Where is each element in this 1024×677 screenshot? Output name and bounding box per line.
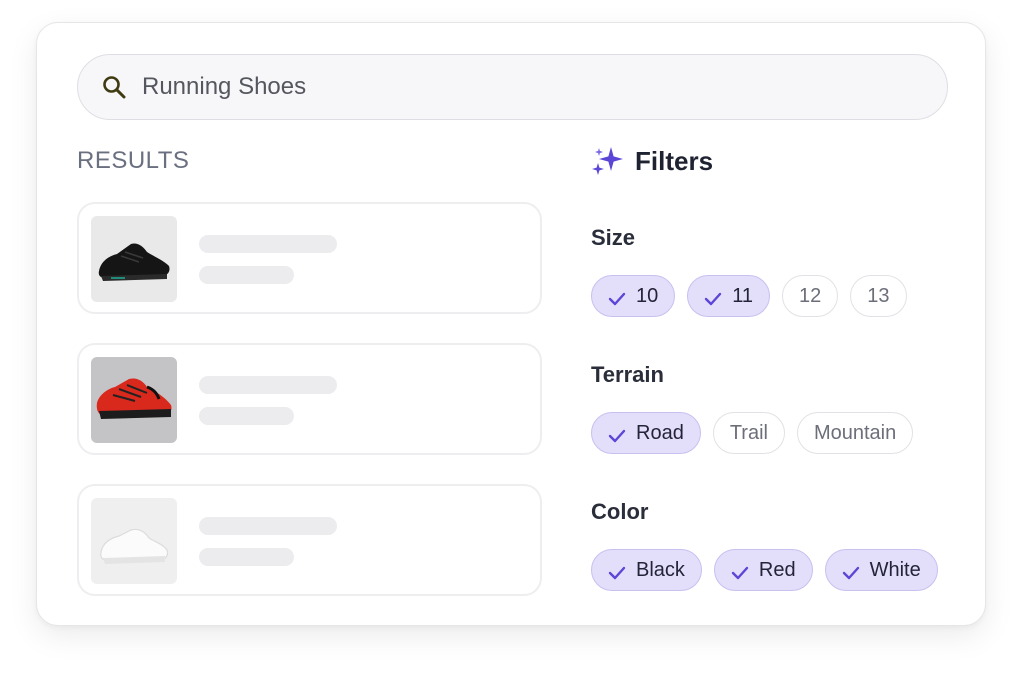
filter-chip-size-13[interactable]: 13 xyxy=(850,275,907,317)
filter-chip-label: White xyxy=(869,558,921,581)
filter-group-label-color: Color xyxy=(591,499,649,524)
filter-group-color: Black Red White xyxy=(591,549,938,591)
skeleton-subtitle xyxy=(199,548,294,566)
skeleton-title xyxy=(199,235,337,253)
filter-chip-label: Road xyxy=(636,421,684,444)
filter-group-size: 10 11 12 13 xyxy=(591,275,907,317)
result-card[interactable] xyxy=(77,202,542,314)
red-running-shoe-image xyxy=(91,357,177,443)
filter-chip-color-white[interactable]: White xyxy=(824,549,938,591)
filter-chip-label: Trail xyxy=(729,421,768,444)
filter-chip-label: Red xyxy=(758,558,796,581)
filter-chip-label: 11 xyxy=(732,284,754,307)
filter-chip-label: 13 xyxy=(867,284,890,307)
check-icon xyxy=(704,289,722,306)
search-input[interactable] xyxy=(142,73,842,101)
results-heading: RESULTS xyxy=(77,147,190,174)
filter-chip-size-11[interactable]: 11 xyxy=(687,275,771,317)
result-card[interactable] xyxy=(77,343,542,455)
filter-chip-terrain-road[interactable]: Road xyxy=(591,412,701,454)
filters-title: Filters xyxy=(635,145,714,176)
check-icon xyxy=(731,563,749,580)
skeleton-subtitle xyxy=(199,266,294,284)
filter-chip-color-black[interactable]: Black xyxy=(591,549,702,591)
check-icon xyxy=(842,563,860,580)
filters-header: Filters xyxy=(591,143,971,179)
result-card[interactable] xyxy=(77,484,542,596)
check-icon xyxy=(608,563,626,580)
search-results-card: RESULTS xyxy=(36,22,986,626)
filter-group-terrain: Road Trail Mountain xyxy=(591,412,914,454)
search-bar[interactable] xyxy=(77,54,948,120)
filter-chip-size-10[interactable]: 10 xyxy=(591,275,676,317)
filter-chip-size-12[interactable]: 12 xyxy=(782,275,839,317)
check-icon xyxy=(608,289,626,306)
sparkle-icon xyxy=(591,145,625,177)
filter-group-label-size: Size xyxy=(591,225,636,250)
filter-chip-label: 10 xyxy=(636,284,659,307)
filter-chip-label: Black xyxy=(636,558,685,581)
skeleton-subtitle xyxy=(199,407,294,425)
filter-chip-terrain-mountain[interactable]: Mountain xyxy=(796,412,914,454)
search-icon xyxy=(100,73,128,101)
filters-panel: Filters Size 10 11 12 13 Terrain Road Tr… xyxy=(591,143,971,591)
filter-group-label-terrain: Terrain xyxy=(591,362,664,387)
skeleton-title xyxy=(199,517,337,535)
filter-chip-color-red[interactable]: Red xyxy=(713,549,813,591)
white-running-shoe-image xyxy=(91,498,177,584)
check-icon xyxy=(608,426,626,443)
filter-chip-label: 12 xyxy=(799,284,822,307)
black-running-shoe-image xyxy=(91,216,177,302)
filter-chip-terrain-trail[interactable]: Trail xyxy=(712,412,785,454)
skeleton-title xyxy=(199,376,337,394)
filter-chip-label: Mountain xyxy=(813,421,897,444)
